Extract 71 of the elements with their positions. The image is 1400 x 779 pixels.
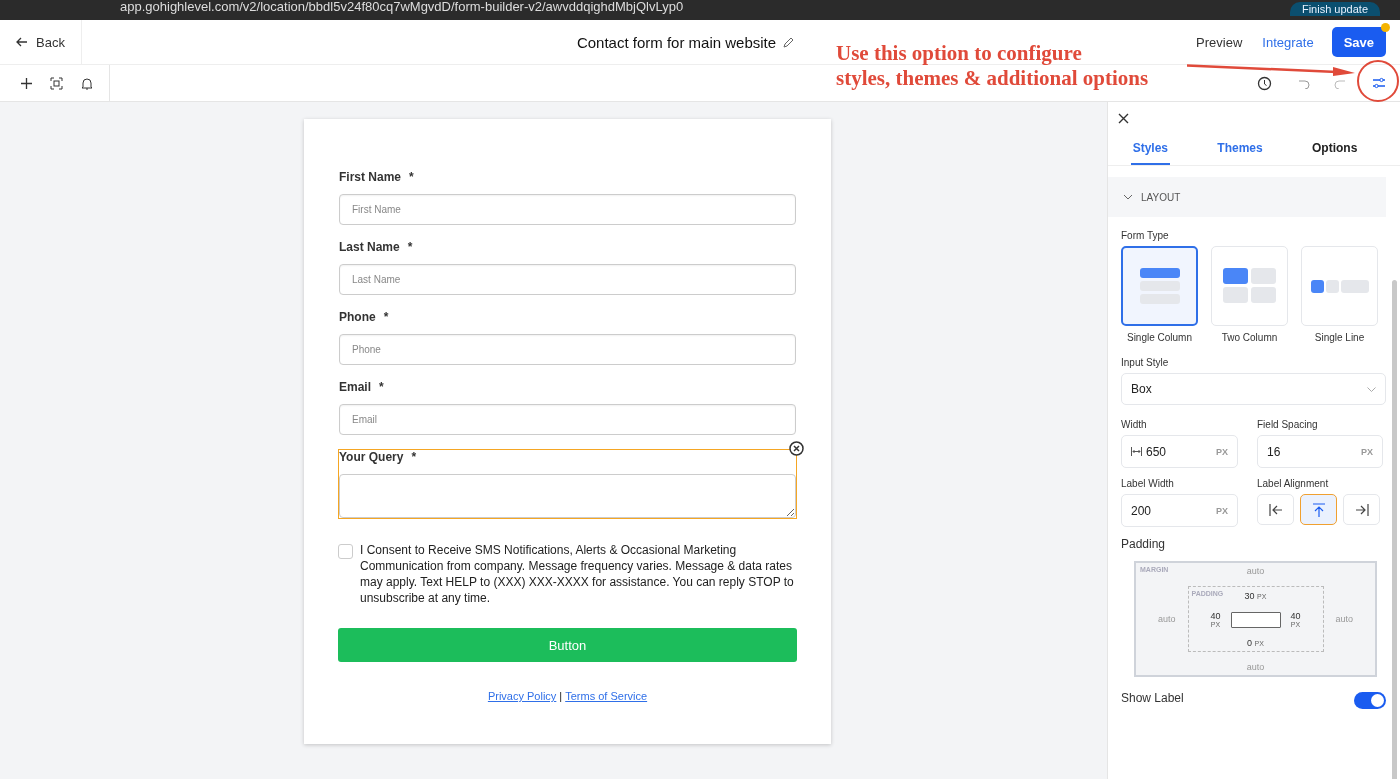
selected-field-frame[interactable]: Your Query * xyxy=(338,449,797,519)
close-icon[interactable] xyxy=(1118,113,1129,124)
consent-text: I Consent to Receive SMS Notifications, Alerts & Occasional Marketing Communication from company. Message frequency varies. Message & data rates may apply. Text HELP to (XXX) XXX-XXXX for assistance. You can reply STOP to unsubscribe at any time. xyxy=(360,542,795,606)
terms-link[interactable]: Terms of Service xyxy=(565,690,648,702)
chevron-icon xyxy=(1367,386,1376,392)
url-text[interactable]: app.gohighlevel.com/v2/location/bbdl5v24f80cq7wMgvdD/form-builder-v2/awvddqighdMbjQlvLyp0 xyxy=(120,0,684,14)
highlight-circle xyxy=(1357,60,1399,102)
undo-icon[interactable] xyxy=(1296,77,1310,89)
scrollbar[interactable] xyxy=(1392,280,1397,779)
single-line-icon xyxy=(1310,279,1369,293)
annotation-text: Use this option to configure styles, themes & additional options xyxy=(836,41,1149,91)
form-title: Contact form for main website xyxy=(576,33,777,51)
scan-icon[interactable] xyxy=(50,76,63,90)
field-label: Width xyxy=(1121,419,1148,430)
field-label: Show Label xyxy=(1121,691,1184,705)
label-width-field[interactable]: 200 PX xyxy=(1121,494,1238,527)
bell-icon[interactable] xyxy=(81,76,93,90)
field-label: Input Style xyxy=(1121,357,1170,368)
panel-tab[interactable]: Styles xyxy=(1130,140,1170,165)
alignment-button[interactable] xyxy=(1300,494,1337,525)
section-title[interactable]: LAYOUT xyxy=(1141,191,1181,203)
field-label: First Name xyxy=(339,170,402,184)
preview-button[interactable]: Preview xyxy=(1190,33,1249,51)
history-icon[interactable] xyxy=(1257,75,1272,91)
pencil-icon[interactable] xyxy=(782,35,796,49)
align-right-icon xyxy=(1354,503,1369,516)
option-label: Single Line xyxy=(1314,332,1365,343)
field-label: Your Query xyxy=(339,450,404,464)
input-field[interactable]: Last Name xyxy=(339,264,796,295)
back-button[interactable]: Back xyxy=(0,20,82,64)
content-box xyxy=(1230,611,1281,628)
privacy-policy-link[interactable]: Privacy Policy xyxy=(487,690,557,702)
panel-tab[interactable]: Themes xyxy=(1215,140,1265,165)
required-mark: * xyxy=(379,380,384,394)
panel-tab[interactable]: Options xyxy=(1310,140,1360,165)
option-label: Two Column xyxy=(1221,332,1278,343)
input-style-dropdown[interactable]: Box xyxy=(1121,373,1386,405)
integrate-button[interactable]: Integrate xyxy=(1256,33,1320,51)
option-label: Single Column xyxy=(1126,332,1192,343)
checkbox[interactable] xyxy=(338,544,353,559)
align-left-icon xyxy=(1268,503,1283,516)
align-top-icon xyxy=(1312,502,1325,517)
plus-icon[interactable] xyxy=(21,77,32,89)
settings-sliders-icon[interactable] xyxy=(1372,77,1386,89)
field-label: Form Type xyxy=(1121,230,1170,241)
remove-icon[interactable] xyxy=(789,441,804,456)
field-label: Label Width xyxy=(1121,478,1175,489)
field-label: Email xyxy=(339,380,371,394)
toggle-switch[interactable] xyxy=(1354,692,1386,709)
width-field[interactable]: 650 PX xyxy=(1121,435,1238,468)
field-label: Phone xyxy=(339,310,376,324)
required-mark: * xyxy=(383,310,389,324)
two-column-icon xyxy=(1223,268,1276,304)
required-mark: * xyxy=(411,450,417,464)
field-label: Last Name xyxy=(339,240,400,254)
field-label: Field Spacing xyxy=(1257,419,1319,430)
back-arrow-icon xyxy=(16,36,29,48)
field-label: Label Alignment xyxy=(1257,478,1330,489)
required-mark: * xyxy=(409,170,414,184)
field-label: Padding xyxy=(1121,537,1167,551)
required-mark: * xyxy=(407,240,413,254)
input-field[interactable]: Email xyxy=(339,404,796,435)
finish-update-button[interactable]: Finish update xyxy=(1289,2,1380,16)
input-field[interactable]: Phone xyxy=(339,334,796,365)
link-separator: | xyxy=(559,690,563,702)
field-spacing-field[interactable]: 16 PX xyxy=(1257,435,1383,468)
chevron-icon[interactable] xyxy=(1123,194,1133,200)
form-type-option[interactable] xyxy=(1121,246,1198,326)
width-icon xyxy=(1131,447,1142,456)
input-field[interactable]: First Name xyxy=(339,194,796,225)
single-column-icon xyxy=(1139,267,1180,305)
